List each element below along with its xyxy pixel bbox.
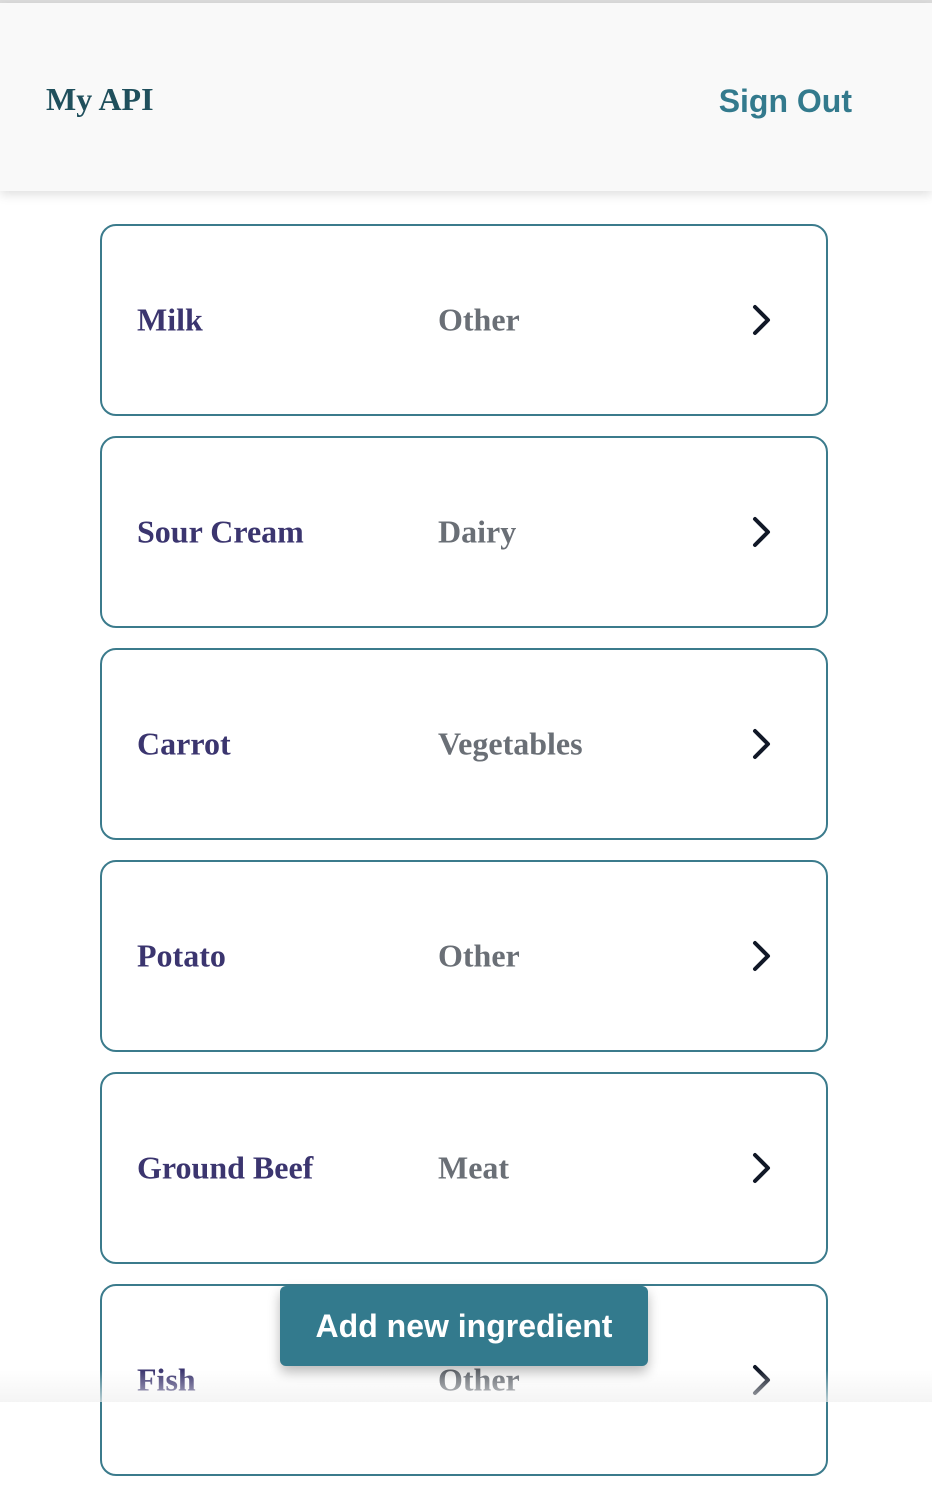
chevron-right-icon [753,517,770,547]
ingredient-name: Fish [137,1361,196,1398]
ingredient-card[interactable]: Carrot Vegetables [100,648,828,840]
ingredient-name: Ground Beef [137,1149,314,1186]
ingredient-category: Other [438,301,520,338]
ingredient-category: Meat [438,1149,510,1186]
ingredient-card[interactable]: Sour Cream Dairy [100,436,828,628]
sign-out-link[interactable]: Sign Out [719,81,852,121]
ingredient-category: Dairy [438,513,517,550]
ingredient-name: Carrot [137,725,231,762]
ingredient-card[interactable]: Milk Other [100,224,828,416]
chevron-right-icon [753,1153,770,1183]
ingredient-card[interactable]: Ground Beef Meat [100,1072,828,1264]
app-header: My API Sign Out [0,3,932,191]
ingredient-category: Vegetables [438,725,583,762]
add-ingredient-button[interactable]: Add new ingredient [280,1286,648,1366]
chevron-right-icon [753,941,770,971]
ingredient-category: Other [438,937,520,974]
ingredient-name: Milk [137,301,203,338]
ingredient-name: Sour Cream [137,513,304,550]
chevron-right-icon [753,305,770,335]
ingredient-name: Potato [137,937,226,974]
app-title: My API [46,81,154,117]
ingredient-card[interactable]: Potato Other [100,860,828,1052]
ingredient-category: Other [438,1361,520,1398]
chevron-right-icon [753,1365,770,1395]
chevron-right-icon [753,729,770,759]
